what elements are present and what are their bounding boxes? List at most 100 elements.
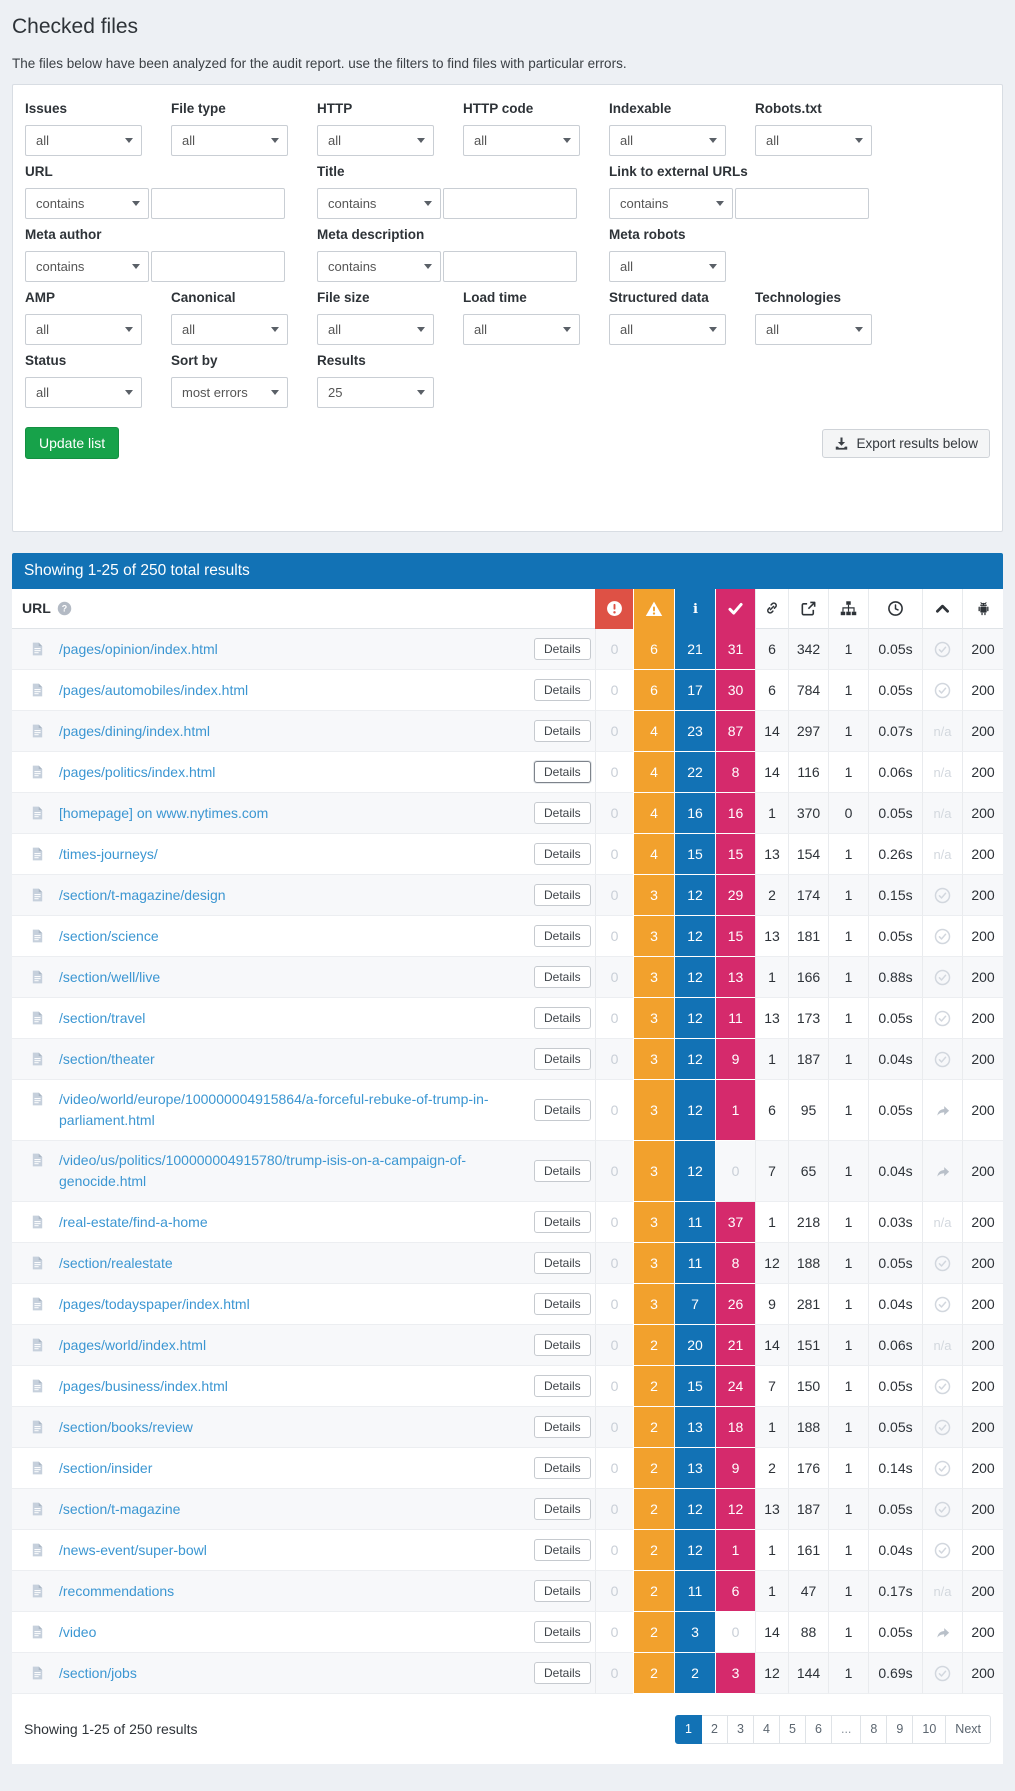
details-button[interactable]: Details [534,1580,591,1602]
filter-select-load-time[interactable]: all [463,314,580,345]
url-link[interactable]: /section/t-magazine [59,1499,522,1520]
details-button[interactable]: Details [534,1007,591,1029]
url-link[interactable]: /section/jobs [59,1663,522,1684]
url-link[interactable]: /recommendations [59,1581,522,1602]
filter-select-http[interactable]: all [317,125,434,156]
filter-select-sort-by[interactable]: most errors [171,377,288,408]
url-link[interactable]: /video/us/politics/100000004915780/trump… [59,1150,522,1192]
filter-select-technologies[interactable]: all [755,314,872,345]
filter-input-meta-description[interactable] [443,251,577,282]
file-icon [30,1051,45,1067]
details-button[interactable]: Details [534,1539,591,1561]
details-button[interactable]: Details [534,1662,591,1684]
details-button[interactable]: Details [534,761,591,783]
details-button[interactable]: Details [534,1293,591,1315]
filter-input-url[interactable] [151,188,285,219]
details-button[interactable]: Details [534,843,591,865]
url-link[interactable]: /section/t-magazine/design [59,885,522,906]
update-list-button[interactable]: Update list [25,427,120,459]
cell-check-value: 6 [731,1583,740,1599]
pagination-page-5[interactable]: 5 [778,1714,806,1744]
url-link[interactable]: /pages/world/index.html [59,1335,522,1356]
url-link[interactable]: /pages/opinion/index.html [59,639,522,660]
filter-label-http: HTTP [317,101,353,116]
cell-sitemap-value: 1 [844,1255,853,1271]
url-link[interactable]: /section/well/live [59,967,522,988]
filter-select-meta-robots[interactable]: all [609,251,726,282]
pagination-page-2[interactable]: 2 [700,1714,728,1744]
table-row: /video/us/politics/100000004915780/trump… [12,1141,1003,1202]
file-icon [30,1152,45,1168]
url-link[interactable]: /section/theater [59,1049,522,1070]
details-button[interactable]: Details [534,1416,591,1438]
filter-select-indexable[interactable]: all [609,125,726,156]
pagination-page-8[interactable]: 8 [860,1714,888,1744]
details-button[interactable]: Details [534,1334,591,1356]
filter-input-title[interactable] [443,188,577,219]
details-button[interactable]: Details [534,1099,591,1121]
url-link[interactable]: /pages/politics/index.html [59,762,522,783]
filter-select-robots-txt[interactable]: all [755,125,872,156]
details-button[interactable]: Details [534,1211,591,1233]
filter-select-structured-data[interactable]: all [609,314,726,345]
url-link[interactable]: /real-estate/find-a-home [59,1212,522,1233]
filter-select-url[interactable]: contains [25,188,149,219]
url-link[interactable]: /times-journeys/ [59,844,522,865]
help-icon[interactable]: ? [57,601,72,616]
cell-check-value: 26 [727,1296,744,1312]
filter-select-canonical[interactable]: all [171,314,288,345]
filter-select-meta-author[interactable]: contains [25,251,149,282]
details-button[interactable]: Details [534,925,591,947]
url-link[interactable]: [homepage] on www.nytimes.com [59,803,522,824]
pagination-next-button[interactable]: Next [945,1714,991,1744]
filter-select-title[interactable]: contains [317,188,441,219]
filter-select-http-code[interactable]: all [463,125,580,156]
filter-select-issues[interactable]: all [25,125,142,156]
cell-sitemap: 1 [828,1243,868,1284]
url-link[interactable]: /pages/todayspaper/index.html [59,1294,522,1315]
export-results-button[interactable]: Export results below [822,428,990,458]
filter-select-amp[interactable]: all [25,314,142,345]
url-link[interactable]: /section/science [59,926,522,947]
url-link[interactable]: /section/books/review [59,1417,522,1438]
details-button[interactable]: Details [534,679,591,701]
filter-select-meta-description[interactable]: contains [317,251,441,282]
pagination-page-4[interactable]: 4 [752,1714,780,1744]
details-button[interactable]: Details [534,1160,591,1182]
pagination-page-10[interactable]: 10 [912,1714,947,1744]
url-link[interactable]: /section/insider [59,1458,522,1479]
pagination-page-9[interactable]: 9 [886,1714,914,1744]
url-link[interactable]: /pages/business/index.html [59,1376,522,1397]
details-button[interactable]: Details [534,884,591,906]
pagination-page-1[interactable]: 1 [674,1714,702,1744]
details-button[interactable]: Details [534,1498,591,1520]
details-button[interactable]: Details [534,1621,591,1643]
details-button[interactable]: Details [534,1252,591,1274]
filter-input-meta-author[interactable] [151,251,285,282]
url-link[interactable]: /news-event/super-bowl [59,1540,522,1561]
details-button[interactable]: Details [534,966,591,988]
details-button[interactable]: Details [534,638,591,660]
details-button[interactable]: Details [534,1457,591,1479]
url-cell: /real-estate/find-a-home [12,1202,528,1243]
filter-select-status[interactable]: all [25,377,142,408]
pagination-page-3[interactable]: 3 [726,1714,754,1744]
url-link[interactable]: /section/realestate [59,1253,522,1274]
filter-input-link-to-external-urls[interactable] [735,188,869,219]
url-link[interactable]: /section/travel [59,1008,522,1029]
details-button[interactable]: Details [534,720,591,742]
filter-select-results[interactable]: 25 [317,377,434,408]
details-button[interactable]: Details [534,1048,591,1070]
details-button[interactable]: Details [534,1375,591,1397]
filter-select-file-size[interactable]: all [317,314,434,345]
url-link[interactable]: /pages/dining/index.html [59,721,522,742]
url-link[interactable]: /video [59,1622,522,1643]
url-link[interactable]: /pages/automobiles/index.html [59,680,522,701]
url-link[interactable]: /video/world/europe/100000004915864/a-fo… [59,1089,522,1131]
pagination-page-6[interactable]: 6 [804,1714,832,1744]
filter-select-file-type[interactable]: all [171,125,288,156]
cell-http-code-value: 200 [971,928,995,944]
filter-select-link-to-external-urls[interactable]: contains [609,188,733,219]
redirect-icon [935,1164,951,1180]
details-button[interactable]: Details [534,802,591,824]
